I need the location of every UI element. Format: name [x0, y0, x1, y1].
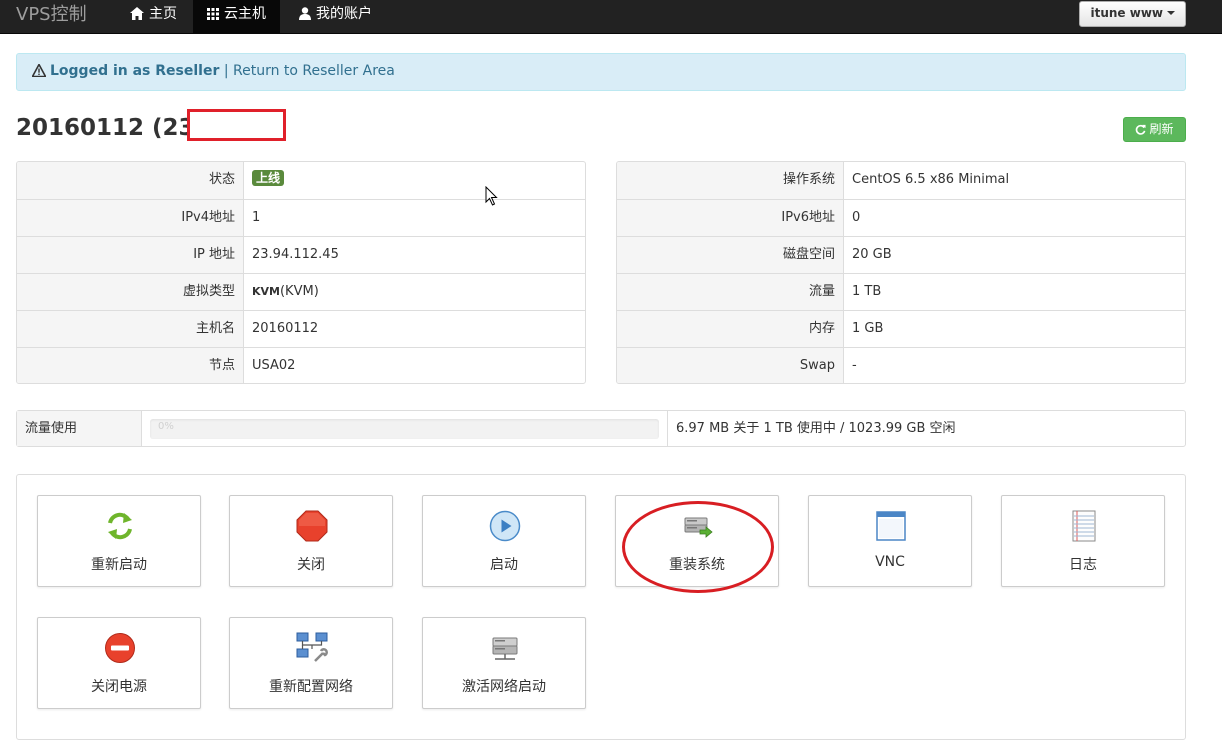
return-reseller-link[interactable]: Return to Reseller Area [233, 63, 395, 79]
table-row: 流量 1 TB [617, 273, 1185, 310]
row-value: 23.94.112.45 [252, 247, 339, 262]
network-boot-button[interactable]: 激活网络启动 [422, 617, 586, 709]
action-label: 关闭电源 [91, 679, 147, 695]
row-value: USA02 [252, 358, 296, 373]
row-value: CentOS 6.5 x86 Minimal [852, 172, 1010, 187]
vnc-button[interactable]: VNC [808, 495, 972, 587]
action-label: 重新启动 [91, 557, 147, 573]
start-button[interactable]: 启动 [422, 495, 586, 587]
window-icon [876, 511, 906, 541]
row-label: IP 地址 [17, 237, 244, 273]
traffic-bar-cell: 0% [142, 411, 668, 446]
row-value: 20160112 [252, 321, 319, 336]
reseller-status-text: Logged in as Reseller [50, 63, 220, 79]
row-value: 0 [852, 210, 861, 225]
log-icon [1072, 510, 1096, 542]
row-label: IPv6地址 [617, 200, 844, 236]
server-info-table: 状态 上线 IPv4地址 1 IP 地址 23.94.112.45 虚拟类型 K… [16, 161, 586, 384]
nav-my-account-label: 我的账户 [316, 6, 372, 22]
table-row: 虚拟类型 KVM(KVM) [17, 273, 585, 310]
traffic-usage-text: 6.97 MB 关于 1 TB 使用中 / 1023.99 GB 空闲 [676, 421, 956, 436]
nav-cloud-hosts[interactable]: 云主机 [193, 0, 280, 34]
refresh-label: 刷新 [1149, 122, 1174, 136]
brand-logo[interactable]: VPS控制 [16, 3, 87, 27]
action-label: 启动 [490, 557, 518, 573]
row-label: 操作系统 [617, 162, 844, 199]
table-row: 操作系统 CentOS 6.5 x86 Minimal [617, 162, 1185, 199]
netboot-icon [492, 637, 518, 660]
row-label: 主机名 [17, 311, 244, 347]
row-label: Swap [617, 348, 844, 383]
alert-separator: | [219, 63, 233, 79]
table-row: IPv4地址 1 [17, 199, 585, 236]
power-off-icon [105, 633, 135, 663]
table-row: Swap - [617, 347, 1185, 383]
refresh-button[interactable]: 刷新 [1123, 117, 1186, 142]
action-label: 日志 [1069, 557, 1097, 573]
row-value: 上线 [244, 162, 585, 199]
table-row: IP 地址 23.94.112.45 [17, 236, 585, 273]
reboot-button[interactable]: 重新启动 [37, 495, 201, 587]
user-menu-button[interactable]: itune www [1079, 1, 1186, 27]
row-value: KVM(KVM) [244, 274, 585, 310]
action-label: 关闭 [297, 557, 325, 573]
highlight-circle [622, 501, 774, 593]
row-value: - [852, 358, 857, 373]
stop-icon [296, 510, 328, 542]
action-label: 重新配置网络 [269, 679, 353, 695]
row-value: 1 [252, 210, 261, 225]
table-row: IPv6地址 0 [617, 199, 1185, 236]
table-row: 节点 USA02 [17, 347, 585, 383]
top-navbar: VPS控制 主页 云主机 我的账户 itune www [0, 0, 1222, 34]
table-row: 状态 上线 [17, 162, 585, 199]
row-label: 磁盘空间 [617, 237, 844, 273]
row-value: 20 GB [852, 247, 892, 262]
traffic-progress-bar: 0% [150, 419, 659, 439]
table-row: 主机名 20160112 [17, 310, 585, 347]
reseller-alert: Logged in as Reseller | Return to Resell… [16, 53, 1186, 91]
mouse-cursor-icon [485, 186, 498, 206]
refresh-icon [1136, 124, 1147, 135]
nav-home-label: 主页 [149, 6, 177, 22]
nav-cloud-hosts-label: 云主机 [224, 6, 266, 22]
resource-info-table: 操作系统 CentOS 6.5 x86 Minimal IPv6地址 0 磁盘空… [616, 161, 1186, 384]
table-row: 内存 1 GB [617, 310, 1185, 347]
row-label: 虚拟类型 [17, 274, 244, 310]
grid-icon [207, 8, 219, 20]
row-value: 1 TB [852, 284, 882, 299]
play-icon [489, 510, 521, 542]
shutdown-button[interactable]: 关闭 [229, 495, 393, 587]
traffic-usage-row: 流量使用 0% 6.97 MB 关于 1 TB 使用中 / 1023.99 GB… [16, 410, 1186, 447]
table-row: 磁盘空间 20 GB [617, 236, 1185, 273]
reboot-icon [108, 512, 132, 540]
action-label: 激活网络启动 [462, 679, 546, 695]
log-button[interactable]: 日志 [1001, 495, 1165, 587]
status-badge: 上线 [252, 170, 285, 186]
caret-down-icon [1167, 11, 1175, 15]
traffic-percent: 0% [158, 421, 174, 432]
row-label: 流量 [617, 274, 844, 310]
row-value: 1 GB [852, 321, 884, 336]
network-icon [296, 632, 328, 662]
nav-home[interactable]: 主页 [116, 0, 191, 34]
kvm-logo: KVM [252, 285, 280, 298]
power-off-button[interactable]: 关闭电源 [37, 617, 201, 709]
reconfigure-network-button[interactable]: 重新配置网络 [229, 617, 393, 709]
traffic-label: 流量使用 [17, 411, 142, 446]
virt-type-text: (KVM) [279, 284, 319, 299]
user-menu-label: itune www [1090, 6, 1163, 20]
warning-icon [32, 64, 46, 77]
row-label: 节点 [17, 348, 244, 383]
action-label: VNC [875, 554, 905, 570]
user-icon [299, 7, 311, 20]
row-label: 内存 [617, 311, 844, 347]
home-icon [130, 7, 144, 20]
redaction-box [187, 109, 286, 141]
row-label: 状态 [17, 162, 244, 199]
nav-my-account[interactable]: 我的账户 [285, 0, 386, 34]
row-label: IPv4地址 [17, 200, 244, 236]
